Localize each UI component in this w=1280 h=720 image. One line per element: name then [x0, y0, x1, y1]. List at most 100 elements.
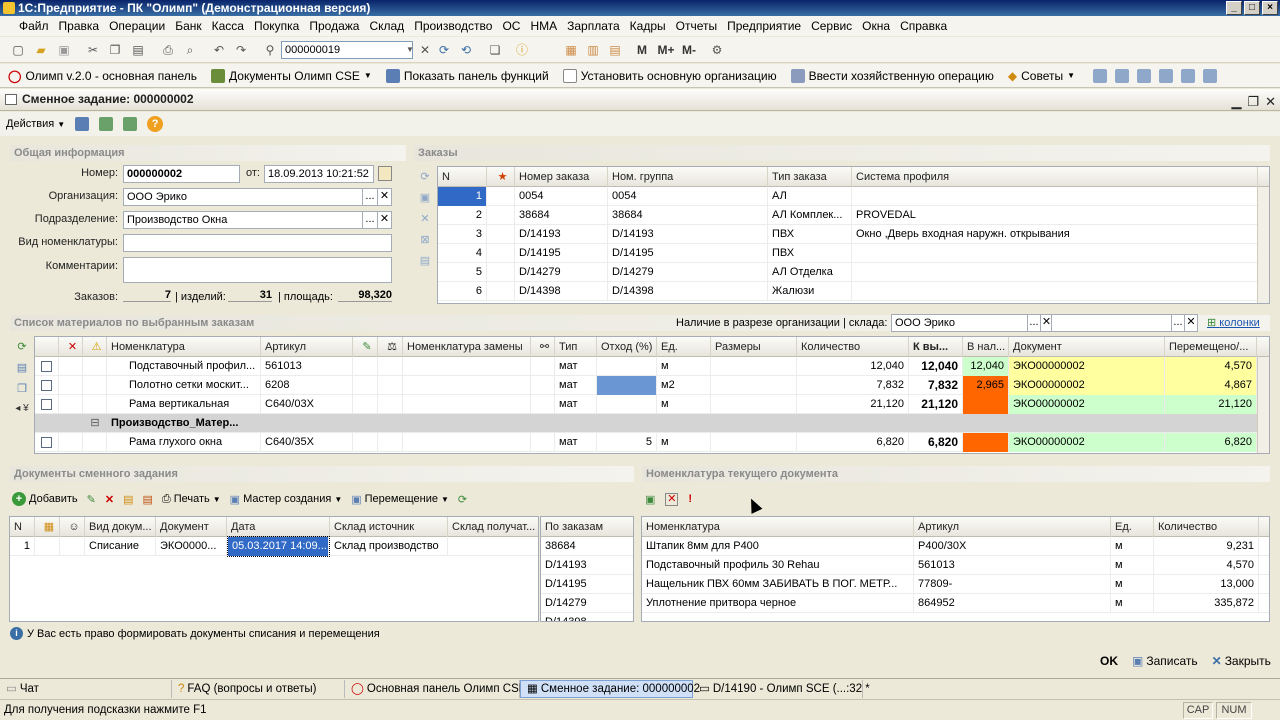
menu-fixed-assets[interactable]: ОС: [497, 19, 525, 33]
struct-icon-4[interactable]: [1181, 68, 1196, 83]
close-window-button[interactable]: ×: [1262, 1, 1278, 15]
mat-col-link-icon[interactable]: ⚯: [531, 337, 555, 357]
dept-clear-icon[interactable]: ✕: [377, 211, 392, 229]
mat-col-sizes[interactable]: Размеры: [711, 337, 797, 357]
tips-button[interactable]: ◆ Советы ▼: [1008, 69, 1075, 83]
table-row[interactable]: 5 D/14279 D/14279 АЛ Отделка: [438, 263, 1269, 282]
set-main-org-button[interactable]: Установить основную организацию: [562, 68, 777, 83]
table-row[interactable]: 1 0054 0054 АЛ: [438, 187, 1269, 206]
menu-windows[interactable]: Окна: [857, 19, 895, 33]
nom-col-article[interactable]: Артикул: [914, 517, 1111, 537]
mat-col-edit-icon[interactable]: ✎: [353, 337, 378, 357]
row-checkbox[interactable]: [41, 360, 52, 372]
doc-add-icon[interactable]: ▤: [123, 493, 133, 506]
list-item[interactable]: D/14195: [541, 575, 633, 594]
task-d14190[interactable]: ▭ D/14190 - Олимп SCE (...:32 *: [693, 679, 870, 698]
calendar-picker-icon[interactable]: [378, 166, 392, 181]
undo-icon[interactable]: ↶: [211, 42, 227, 58]
stock-extra-field[interactable]: [1051, 314, 1173, 332]
orders-edit-icon[interactable]: ▤: [420, 254, 430, 267]
menu-hr[interactable]: Кадры: [625, 19, 671, 33]
orders-copy-icon[interactable]: ▣: [420, 191, 430, 204]
show-functions-button[interactable]: Показать панель функций: [385, 68, 549, 83]
orders-col-type[interactable]: Тип заказа: [768, 167, 852, 187]
task-faq[interactable]: ? FAQ (вопросы и ответы): [172, 679, 345, 698]
add-button[interactable]: + Добавить: [12, 492, 78, 506]
row-checkbox[interactable]: [41, 379, 52, 391]
doc-close-button[interactable]: ✕: [1265, 91, 1276, 112]
nom-alert-icon[interactable]: !: [688, 493, 692, 505]
orders-delete-icon[interactable]: ✕: [420, 212, 429, 225]
struct-icon-1[interactable]: [1093, 68, 1108, 83]
search-input[interactable]: [281, 41, 413, 59]
windows-icon[interactable]: ❏: [487, 42, 503, 58]
comment-field[interactable]: [123, 257, 392, 283]
ok-button[interactable]: OK: [1100, 654, 1118, 668]
org-select-button[interactable]: ...: [362, 188, 378, 206]
table-row[interactable]: 2 38684 38684 АЛ Комплек... PROVEDAL: [438, 206, 1269, 225]
stock-extra-clear-icon[interactable]: ✕: [1184, 314, 1198, 332]
table-row-group[interactable]: ⊟ Производство_Матер...: [35, 414, 1269, 433]
menu-sales[interactable]: Продажа: [304, 19, 364, 33]
menu-enterprise[interactable]: Предприятие: [722, 19, 806, 33]
mat-col-nomenclature[interactable]: Номенклатура: [107, 337, 261, 357]
menu-help[interactable]: Справка: [895, 19, 952, 33]
nom-type-field[interactable]: [123, 234, 392, 252]
print-preview-icon[interactable]: ⌕: [182, 42, 198, 58]
memory-minus-button[interactable]: М-: [679, 42, 699, 58]
table-row[interactable]: Уплотнение притвора черное 864952 м 335,872: [642, 594, 1269, 613]
menu-operations[interactable]: Операции: [104, 19, 170, 33]
help-info-icon[interactable]: ⓘ: [514, 42, 530, 58]
paste-icon[interactable]: ▤: [130, 42, 146, 58]
materials-expand-icon[interactable]: ◂ ¥: [15, 403, 28, 414]
mat-col-unit[interactable]: Ед.: [657, 337, 711, 357]
shift-refresh-icon[interactable]: ⟳: [458, 493, 467, 506]
by-orders-header[interactable]: По заказам: [541, 517, 633, 537]
menu-warehouse[interactable]: Склад: [364, 19, 409, 33]
table-row[interactable]: Нащельник ПВХ 60мм ЗАБИВАТЬ В ПОГ. МЕТР.…: [642, 575, 1269, 594]
table-row[interactable]: Подставочный профил... 561013 мат м 12,040 12…: [35, 357, 1269, 376]
dept-field[interactable]: Производство Окна: [123, 211, 363, 229]
table-row[interactable]: 1 Списание ЭКО0000... 05.03.2017 14:09..…: [10, 536, 538, 557]
olimp-main-panel-button[interactable]: ◯ Олимп v.2.0 - основная панель: [8, 69, 197, 83]
nom-col-name[interactable]: Номенклатура: [642, 517, 914, 537]
mat-col-type[interactable]: Тип: [555, 337, 597, 357]
table-row[interactable]: Рама глухого окна С640/35Х мат 5 м 6,820 6,820…: [35, 433, 1269, 452]
copy-icon[interactable]: ❐: [107, 42, 123, 58]
columns-link[interactable]: ⊞ колонки: [1207, 316, 1260, 329]
struct-icon-3[interactable]: [1159, 68, 1174, 83]
struct-icon-5[interactable]: [1203, 68, 1218, 83]
orders-refresh-icon[interactable]: ⟳: [420, 170, 429, 183]
task-olimp-panel[interactable]: ◯ Основная панель Олимп CSE: [345, 679, 526, 698]
memory-button[interactable]: М: [634, 42, 650, 58]
mat-col-waste[interactable]: Отход (%): [597, 337, 657, 357]
move-button[interactable]: ▣ Перемещение ▼: [351, 493, 449, 506]
doc-minimize-button[interactable]: ▁: [1231, 91, 1241, 112]
menu-edit[interactable]: Правка: [54, 19, 105, 33]
table-row[interactable]: Штапик 8мм для Р400 Р400/30Х м 9,231: [642, 537, 1269, 556]
search-dropdown-icon[interactable]: ▼: [402, 42, 418, 58]
refresh-doc-icon[interactable]: [99, 117, 114, 131]
creation-wizard-button[interactable]: ▣ Мастер создания ▼: [230, 493, 343, 506]
orders-col-number[interactable]: Номер заказа: [515, 167, 608, 187]
table-row[interactable]: 3 D/14193 D/14193 ПВХ Окно ,Дверь входная на…: [438, 225, 1269, 244]
shift-col-date[interactable]: Дата: [227, 517, 330, 537]
orders-col-marker-icon[interactable]: ★: [487, 167, 515, 187]
orders-remove-icon[interactable]: ⊠: [420, 233, 429, 246]
redo-icon[interactable]: ↷: [233, 42, 249, 58]
mat-col-check[interactable]: [35, 337, 59, 357]
group-collapse-icon[interactable]: ⊟: [83, 414, 107, 433]
table-row[interactable]: Рама вертикальная С640/03Х мат м 21,120 21,12…: [35, 395, 1269, 414]
nom-col-quantity[interactable]: Количество: [1154, 517, 1259, 537]
menu-file[interactable]: Файл: [14, 19, 54, 33]
mat-col-document[interactable]: Документ: [1009, 337, 1165, 357]
maximize-button[interactable]: □: [1244, 1, 1260, 15]
settings-tool-icon[interactable]: ⚙: [709, 42, 725, 58]
menu-bank[interactable]: Банк: [170, 19, 206, 33]
orders-col-group[interactable]: Ном. группа: [608, 167, 768, 187]
menu-production[interactable]: Производство: [409, 19, 497, 33]
search-clear-icon[interactable]: ✕: [417, 42, 433, 58]
edit-icon[interactable]: ✎: [87, 493, 96, 506]
shift-col-destination[interactable]: Склад получат...: [448, 517, 538, 537]
cut-icon[interactable]: ✂: [85, 42, 101, 58]
